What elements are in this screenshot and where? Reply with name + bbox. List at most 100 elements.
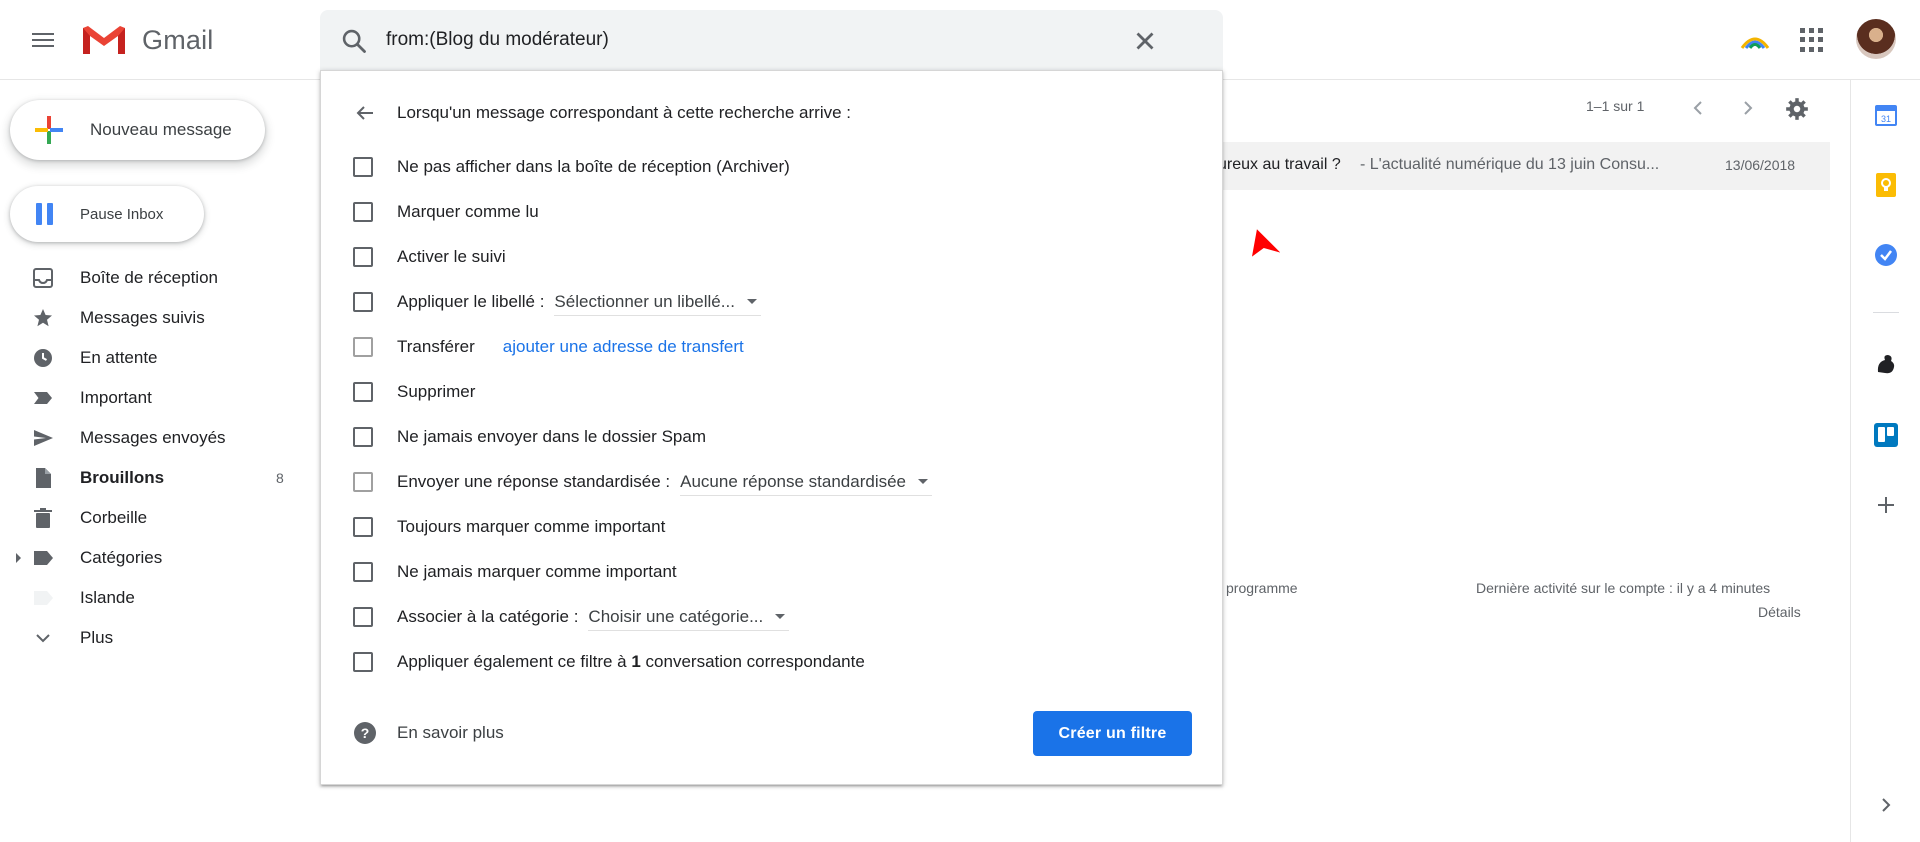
mark-read-checkbox[interactable] — [353, 202, 373, 222]
trello-icon[interactable] — [1873, 422, 1899, 448]
label-light-icon — [34, 591, 53, 605]
compose-plus-icon — [35, 116, 63, 144]
option-category: Associer à la catégorie : Choisir une ca… — [353, 602, 1193, 632]
sidebar-nav: Boîte de réception Messages suivis En at… — [0, 258, 300, 658]
archive-checkbox[interactable] — [353, 157, 373, 177]
pause-inbox-button[interactable]: Pause Inbox — [10, 186, 204, 242]
rainbow-extension-icon[interactable] — [1738, 26, 1772, 54]
sidebar-item-drafts[interactable]: Brouillons 8 — [0, 458, 300, 498]
app-name: Gmail — [142, 24, 214, 55]
sidebar-item-starred[interactable]: Messages suivis — [0, 298, 300, 338]
sidebar-item-trash[interactable]: Corbeille — [0, 498, 300, 538]
email-date: 13/06/2018 — [1725, 157, 1796, 173]
search-input[interactable] — [386, 24, 1086, 56]
search-icon[interactable] — [340, 27, 368, 55]
send-icon — [34, 430, 53, 446]
side-panel-divider — [1873, 312, 1899, 313]
also-apply-checkbox[interactable] — [353, 652, 373, 672]
sidebar-item-important[interactable]: Important — [0, 378, 300, 418]
compose-button[interactable]: Nouveau message — [10, 100, 265, 160]
calendar-icon[interactable]: 31 — [1873, 102, 1899, 128]
canned-response-label: Envoyer une réponse standardisée : — [397, 472, 671, 491]
star-checkbox[interactable] — [353, 247, 373, 267]
sidebar-item-label: Boîte de réception — [80, 268, 218, 287]
important-icon — [34, 392, 52, 404]
search-bar — [320, 10, 1223, 70]
label-select-value: Sélectionner un libellé... — [554, 291, 735, 311]
svg-text:31: 31 — [1881, 114, 1891, 124]
option-delete: Supprimer — [353, 377, 1193, 407]
sidebar-item-label: Corbeille — [80, 508, 148, 527]
dropdown-caret-icon — [775, 614, 786, 619]
sidebar-item-inbox[interactable]: Boîte de réception — [0, 258, 300, 298]
apply-label-label: Appliquer le libellé : — [397, 292, 545, 311]
sidebar-item-sent[interactable]: Messages envoyés — [0, 418, 300, 458]
email-snippet: - L'actualité numérique du 13 juin Consu… — [1360, 156, 1660, 173]
footer-program-text: programme — [1226, 580, 1298, 596]
squirrel-addon-icon[interactable] — [1873, 352, 1899, 378]
main-menu-icon[interactable] — [28, 24, 60, 56]
draft-icon — [36, 468, 51, 488]
label-icon — [34, 551, 53, 565]
account-avatar[interactable] — [1856, 19, 1896, 59]
details-link[interactable]: Détails — [1758, 604, 1801, 620]
never-spam-label: Ne jamais envoyer dans le dossier Spam — [397, 427, 706, 446]
option-always-important: Toujours marquer comme important — [353, 512, 1193, 542]
tasks-icon[interactable] — [1873, 242, 1899, 268]
learn-more-link[interactable]: En savoir plus — [397, 723, 504, 743]
email-row[interactable]: ureux au travail ? - L'actualité numériq… — [1200, 142, 1830, 190]
chevron-right-icon[interactable] — [1736, 96, 1760, 120]
google-apps-icon[interactable] — [1800, 28, 1824, 52]
never-important-checkbox[interactable] — [353, 562, 373, 582]
keep-icon[interactable] — [1873, 172, 1899, 198]
chevron-down-icon — [36, 634, 50, 643]
never-spam-checkbox[interactable] — [353, 427, 373, 447]
also-apply-label: Appliquer également ce filtre à 1 conver… — [397, 652, 865, 672]
dropdown-caret-icon — [918, 479, 929, 484]
option-mark-read: Marquer comme lu — [353, 197, 1193, 227]
star-label: Activer le suivi — [397, 247, 506, 266]
gmail-logo[interactable]: Gmail — [80, 20, 214, 60]
category-label: Associer à la catégorie : — [397, 607, 579, 626]
label-select[interactable]: Sélectionner un libellé... — [554, 288, 761, 316]
email-subject: ureux au travail ? — [1218, 156, 1341, 173]
forward-checkbox[interactable] — [353, 337, 373, 357]
last-activity-text: Dernière activité sur le compte : il y a… — [1476, 580, 1771, 596]
delete-label: Supprimer — [397, 382, 476, 401]
sidebar-item-islande[interactable]: Islande — [0, 578, 300, 618]
create-filter-button[interactable]: Créer un filtre — [1033, 711, 1192, 756]
category-checkbox[interactable] — [353, 607, 373, 627]
expand-arrow-icon[interactable] — [14, 553, 24, 563]
add-forward-address-link[interactable]: ajouter une adresse de transfert — [503, 337, 744, 357]
apply-label-checkbox[interactable] — [353, 292, 373, 312]
back-arrow-icon[interactable] — [353, 101, 377, 125]
sidebar-item-snoozed[interactable]: En attente — [0, 338, 300, 378]
dropdown-caret-icon — [746, 299, 757, 304]
sidebar-item-categories[interactable]: Catégories — [0, 538, 300, 578]
add-addon-icon[interactable] — [1873, 492, 1899, 518]
canned-response-select[interactable]: Aucune réponse standardisée — [680, 468, 933, 496]
gear-icon[interactable] — [1784, 96, 1810, 122]
option-apply-label: Appliquer le libellé : Sélectionner un l… — [353, 287, 1193, 317]
category-select[interactable]: Choisir une catégorie... — [588, 603, 790, 631]
option-star: Activer le suivi — [353, 242, 1193, 272]
filter-title: Lorsqu'un message correspondant à cette … — [397, 103, 851, 122]
clear-search-icon[interactable] — [1130, 26, 1160, 56]
sidebar-item-label: Catégories — [80, 548, 163, 567]
sidebar-item-label: Messages envoyés — [80, 428, 226, 447]
chevron-left-icon[interactable] — [1686, 96, 1710, 120]
always-important-checkbox[interactable] — [353, 517, 373, 537]
chevron-right-icon[interactable] — [1873, 792, 1899, 818]
canned-response-checkbox[interactable] — [353, 472, 373, 492]
never-important-label: Ne jamais marquer comme important — [397, 562, 677, 581]
delete-checkbox[interactable] — [353, 382, 373, 402]
help-icon[interactable]: ? — [353, 721, 377, 745]
sidebar-item-more[interactable]: Plus — [0, 618, 300, 658]
forward-label: Transférer — [397, 337, 475, 356]
canned-response-value: Aucune réponse standardisée — [680, 471, 907, 491]
also-apply-suffix: conversation correspondante — [640, 652, 865, 671]
pause-inbox-label: Pause Inbox — [80, 205, 164, 223]
cursor-arrow-icon — [1251, 229, 1280, 257]
option-never-important: Ne jamais marquer comme important — [353, 557, 1193, 587]
category-select-value: Choisir une catégorie... — [588, 606, 764, 626]
